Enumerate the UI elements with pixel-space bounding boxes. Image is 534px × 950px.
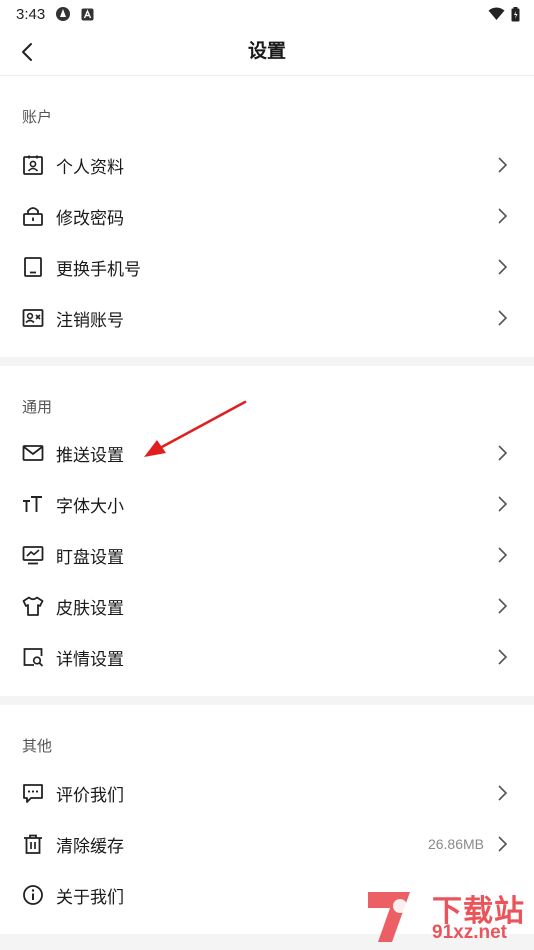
- cache-size-value: 26.86MB: [427, 836, 484, 852]
- settings-item-label: 详情设置: [56, 649, 124, 669]
- user-remove-card-icon: [21, 306, 45, 330]
- settings-item-label: 盯盘设置: [56, 547, 124, 567]
- watermark: 下载站 91xz.net: [360, 880, 534, 950]
- app-notification-icon: [55, 6, 71, 22]
- settings-item-change-password[interactable]: 修改密码: [0, 192, 534, 240]
- phone-icon: [21, 255, 45, 279]
- nav-bar: 设置: [0, 28, 534, 76]
- section-divider: [0, 696, 534, 705]
- chevron-right-icon: [496, 258, 508, 276]
- section-title-other: 其他: [22, 738, 53, 755]
- wifi-icon: [488, 7, 505, 21]
- watermark-logo-icon: [368, 892, 410, 942]
- status-time: 3:43: [16, 5, 46, 23]
- lock-icon: [21, 204, 45, 228]
- settings-item-change-phone[interactable]: 更换手机号: [0, 243, 534, 291]
- settings-item-label: 皮肤设置: [56, 598, 124, 618]
- chevron-right-icon: [496, 309, 508, 327]
- section-divider: [0, 357, 534, 366]
- chevron-right-icon: [496, 207, 508, 225]
- settings-item-skin[interactable]: 皮肤设置: [0, 582, 534, 630]
- settings-item-detail[interactable]: 详情设置: [0, 633, 534, 681]
- chevron-right-icon: [496, 156, 508, 174]
- settings-item-rate-us[interactable]: 评价我们: [0, 769, 534, 817]
- settings-item-label: 推送设置: [56, 445, 124, 465]
- settings-item-label: 字体大小: [56, 496, 124, 516]
- section-title-general: 通用: [22, 399, 53, 416]
- mail-icon: [21, 441, 45, 465]
- settings-item-clear-cache[interactable]: 清除缓存 26.86MB: [0, 820, 534, 868]
- back-button[interactable]: [14, 38, 40, 66]
- font-size-icon: [21, 492, 45, 516]
- chevron-right-icon: [496, 597, 508, 615]
- settings-item-label: 清除缓存: [56, 836, 124, 856]
- chevron-right-icon: [496, 648, 508, 666]
- chevron-right-icon: [496, 495, 508, 513]
- settings-item-label: 注销账号: [56, 310, 124, 330]
- page-title: 设置: [247, 41, 286, 62]
- watermark-url: 91xz.net: [432, 922, 507, 943]
- settings-item-label: 评价我们: [56, 785, 124, 805]
- status-bar: 3:43: [0, 0, 534, 28]
- id-card-icon: [21, 153, 45, 177]
- section-title-account: 账户: [22, 109, 53, 126]
- trash-icon: [21, 832, 45, 856]
- settings-item-label: 个人资料: [56, 157, 124, 177]
- settings-item-delete-account[interactable]: 注销账号: [0, 294, 534, 342]
- chevron-right-icon: [496, 444, 508, 462]
- app-a-icon: [81, 8, 94, 21]
- settings-item-label: 更换手机号: [56, 259, 141, 279]
- settings-item-watch-market[interactable]: 盯盘设置: [0, 531, 534, 579]
- shirt-icon: [21, 594, 45, 618]
- settings-item-label: 关于我们: [56, 887, 124, 907]
- settings-item-font-size[interactable]: 字体大小: [0, 480, 534, 528]
- settings-item-label: 修改密码: [56, 208, 124, 228]
- settings-item-push[interactable]: 推送设置: [0, 429, 534, 477]
- chevron-right-icon: [496, 835, 508, 853]
- chevron-right-icon: [496, 546, 508, 564]
- chevron-left-icon: [21, 42, 33, 62]
- search-doc-icon: [21, 645, 45, 669]
- battery-icon: [511, 6, 520, 22]
- chevron-right-icon: [496, 784, 508, 802]
- info-icon: [21, 883, 45, 907]
- comment-icon: [21, 781, 45, 805]
- settings-item-profile[interactable]: 个人资料: [0, 141, 534, 189]
- monitor-chart-icon: [21, 543, 45, 567]
